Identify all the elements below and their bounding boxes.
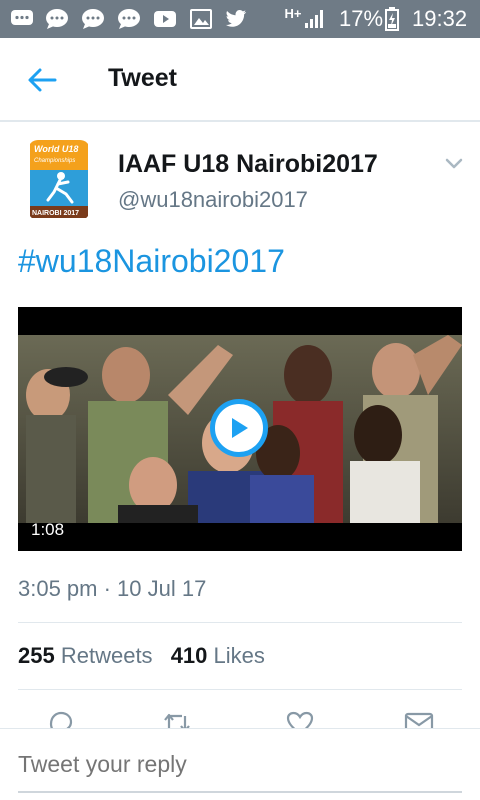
youtube-icon bbox=[153, 8, 177, 30]
avatar-logo-subtext: Championships bbox=[34, 158, 75, 164]
chat-icon bbox=[81, 8, 105, 30]
gallery-icon bbox=[189, 8, 213, 30]
avatar[interactable]: World U18 Championships NAIROBI 2017 bbox=[28, 140, 90, 220]
tweet-actions bbox=[0, 706, 480, 728]
avatar-logo-text: World U18 bbox=[34, 144, 78, 154]
chat-icon bbox=[117, 8, 141, 30]
battery-icon bbox=[384, 7, 400, 31]
like-button[interactable] bbox=[285, 710, 315, 728]
retweets-stat[interactable]: 255 Retweets bbox=[18, 643, 153, 668]
direct-message-button[interactable] bbox=[404, 710, 434, 728]
play-icon bbox=[232, 418, 248, 438]
reply-bar bbox=[0, 728, 480, 800]
tweet-hashtag-link[interactable]: #wu18Nairobi2017 bbox=[18, 243, 285, 280]
reply-input-underline bbox=[18, 791, 462, 793]
video-duration: 1:08 bbox=[31, 520, 65, 539]
retweet-icon bbox=[164, 713, 190, 728]
app-bar: Tweet bbox=[0, 38, 480, 122]
chevron-down-icon bbox=[445, 158, 463, 169]
twitter-icon bbox=[224, 8, 248, 30]
status-bar: H+ 17% 19:32 bbox=[0, 0, 480, 38]
likes-count: 410 bbox=[170, 643, 208, 668]
retweets-count: 255 bbox=[18, 643, 55, 668]
back-button[interactable] bbox=[22, 62, 62, 98]
play-button[interactable] bbox=[210, 399, 268, 457]
likes-stat[interactable]: 410 Likes bbox=[171, 643, 265, 668]
battery-percent: 17% bbox=[339, 6, 384, 31]
divider bbox=[18, 689, 462, 690]
likes-label: Likes bbox=[213, 643, 265, 668]
page-title: Tweet bbox=[108, 64, 177, 92]
direct-message-icon bbox=[404, 712, 434, 728]
messages-icon bbox=[10, 8, 34, 30]
signal-icon bbox=[303, 8, 327, 30]
tweet-stats: 255 Retweets 410 Likes bbox=[18, 643, 265, 669]
clock: 19:32 bbox=[412, 6, 468, 31]
network-hplus-icon: H+ bbox=[281, 6, 305, 28]
like-icon bbox=[286, 711, 314, 728]
tweet-timestamp: 3:05 pm · 10 Jul 17 bbox=[18, 576, 207, 601]
arrow-left-icon bbox=[28, 68, 57, 92]
author-name[interactable]: IAAF U18 Nairobi2017 bbox=[118, 150, 378, 179]
author-handle[interactable]: @wu18nairobi2017 bbox=[118, 187, 308, 213]
retweets-label: Retweets bbox=[60, 643, 153, 668]
reply-input[interactable] bbox=[18, 751, 462, 778]
network-type-label: H+ bbox=[284, 6, 302, 21]
chat-icon bbox=[45, 8, 69, 30]
video-player[interactable]: 1:08 bbox=[18, 307, 462, 551]
tweet-menu-button[interactable] bbox=[440, 152, 468, 176]
reply-button[interactable] bbox=[46, 710, 76, 728]
divider bbox=[18, 622, 462, 623]
reply-icon bbox=[49, 711, 73, 728]
avatar-logo-bottom-text: NAIROBI 2017 bbox=[32, 210, 79, 217]
retweet-button[interactable] bbox=[162, 710, 192, 728]
